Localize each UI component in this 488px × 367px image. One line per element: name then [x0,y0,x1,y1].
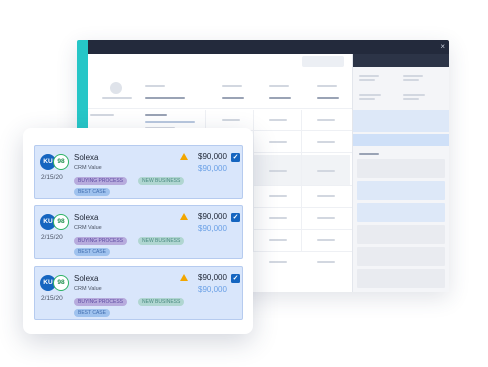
cell-placeholder [269,119,287,121]
cell-placeholder [317,217,335,219]
crm-amount: $90,000 [198,224,227,233]
tag-new-business: NEW BUSINESS [138,298,185,306]
tag-buying-process: BUYING PROCESS [74,177,128,185]
deal-subtitle: CRM Value [74,165,102,171]
checkbox-checked-icon[interactable]: ✓ [231,153,240,162]
close-icon[interactable]: × [440,41,445,53]
column-divider [301,110,302,252]
crm-amount: $90,000 [198,164,227,173]
side-panel-selection[interactable] [353,134,449,146]
cell-placeholder [222,119,240,121]
cell-placeholder [145,121,195,123]
side-panel-placeholder [403,98,419,100]
cell-placeholder [269,217,287,219]
column-header [222,97,244,99]
cell-placeholder [145,114,167,116]
score-badge: 98 [53,214,69,230]
score-badge: 98 [53,154,69,170]
tag-new-business: NEW BUSINESS [138,177,185,185]
stage: × KU 98 2/15/20 Solexa CRM Value $90,000… [0,0,488,367]
deal-list-card: KU 98 2/15/20 Solexa CRM Value $90,000 $… [23,128,253,334]
deal-date: 2/15/20 [41,295,63,302]
column-header [317,97,339,99]
deal-card[interactable]: KU 98 2/15/20 Solexa CRM Value $90,000 $… [34,205,243,259]
side-panel-placeholder [359,98,375,100]
header-placeholder [145,85,165,87]
deal-name[interactable]: Solexa [74,213,98,222]
side-panel-placeholder [403,75,423,77]
cell-placeholder [269,261,287,263]
cell-placeholder [269,170,287,172]
column-header [145,97,185,99]
header-placeholder [317,85,337,87]
deal-card[interactable]: KU 98 2/15/20 Solexa CRM Value $90,000 $… [34,266,243,320]
title-bar: × [88,40,449,54]
column-divider [253,110,254,252]
side-panel-row[interactable] [357,159,445,178]
deal-date: 2/15/20 [41,234,63,241]
warning-icon [180,153,188,160]
side-panel-placeholder [403,94,425,96]
side-panel-row[interactable] [357,203,445,222]
deal-name[interactable]: Solexa [74,153,98,162]
checkbox-checked-icon[interactable]: ✓ [231,213,240,222]
warning-icon [180,274,188,281]
side-panel-header [353,54,449,67]
deal-subtitle: CRM Value [74,225,102,231]
deal-amount: $90,000 [198,273,227,282]
cell-placeholder [317,170,335,172]
cell-placeholder [317,119,335,121]
deal-subtitle: CRM Value [74,286,102,292]
crm-amount: $90,000 [198,285,227,294]
side-panel-selection[interactable] [353,110,449,132]
toolbar-button[interactable] [302,56,344,67]
cell-placeholder [269,239,287,241]
column-header [269,97,291,99]
score-badge: 98 [53,275,69,291]
cell-placeholder [317,239,335,241]
side-panel-row[interactable] [357,225,445,244]
side-panel-placeholder [403,79,419,81]
checkbox-checked-icon[interactable]: ✓ [231,274,240,283]
side-panel-placeholder [359,75,379,77]
side-panel-row[interactable] [357,181,445,200]
cell-placeholder [317,141,335,143]
tag-buying-process: BUYING PROCESS [74,237,128,245]
side-panel-row[interactable] [357,247,445,266]
cell-placeholder [317,261,335,263]
side-panel [352,54,449,292]
cell-placeholder [269,141,287,143]
cell-placeholder [90,114,114,116]
deal-date: 2/15/20 [41,174,63,181]
header-placeholder [102,97,132,99]
tag-best-case: BEST CASE [74,248,110,256]
header-placeholder [269,85,289,87]
cell-placeholder [317,195,335,197]
deal-name[interactable]: Solexa [74,274,98,283]
tag-best-case: BEST CASE [74,309,110,317]
side-panel-row[interactable] [357,269,445,288]
side-panel-section-title [359,153,379,155]
tag-new-business: NEW BUSINESS [138,237,185,245]
side-panel-placeholder [359,94,381,96]
deal-amount: $90,000 [198,152,227,161]
tag-best-case: BEST CASE [74,188,110,196]
cell-placeholder [269,195,287,197]
warning-icon [180,213,188,220]
table-row [88,108,352,109]
side-panel-placeholder [359,79,375,81]
avatar [110,82,122,94]
header-placeholder [222,85,242,87]
deal-amount: $90,000 [198,212,227,221]
tag-buying-process: BUYING PROCESS [74,298,128,306]
deal-card[interactable]: KU 98 2/15/20 Solexa CRM Value $90,000 $… [34,145,243,199]
